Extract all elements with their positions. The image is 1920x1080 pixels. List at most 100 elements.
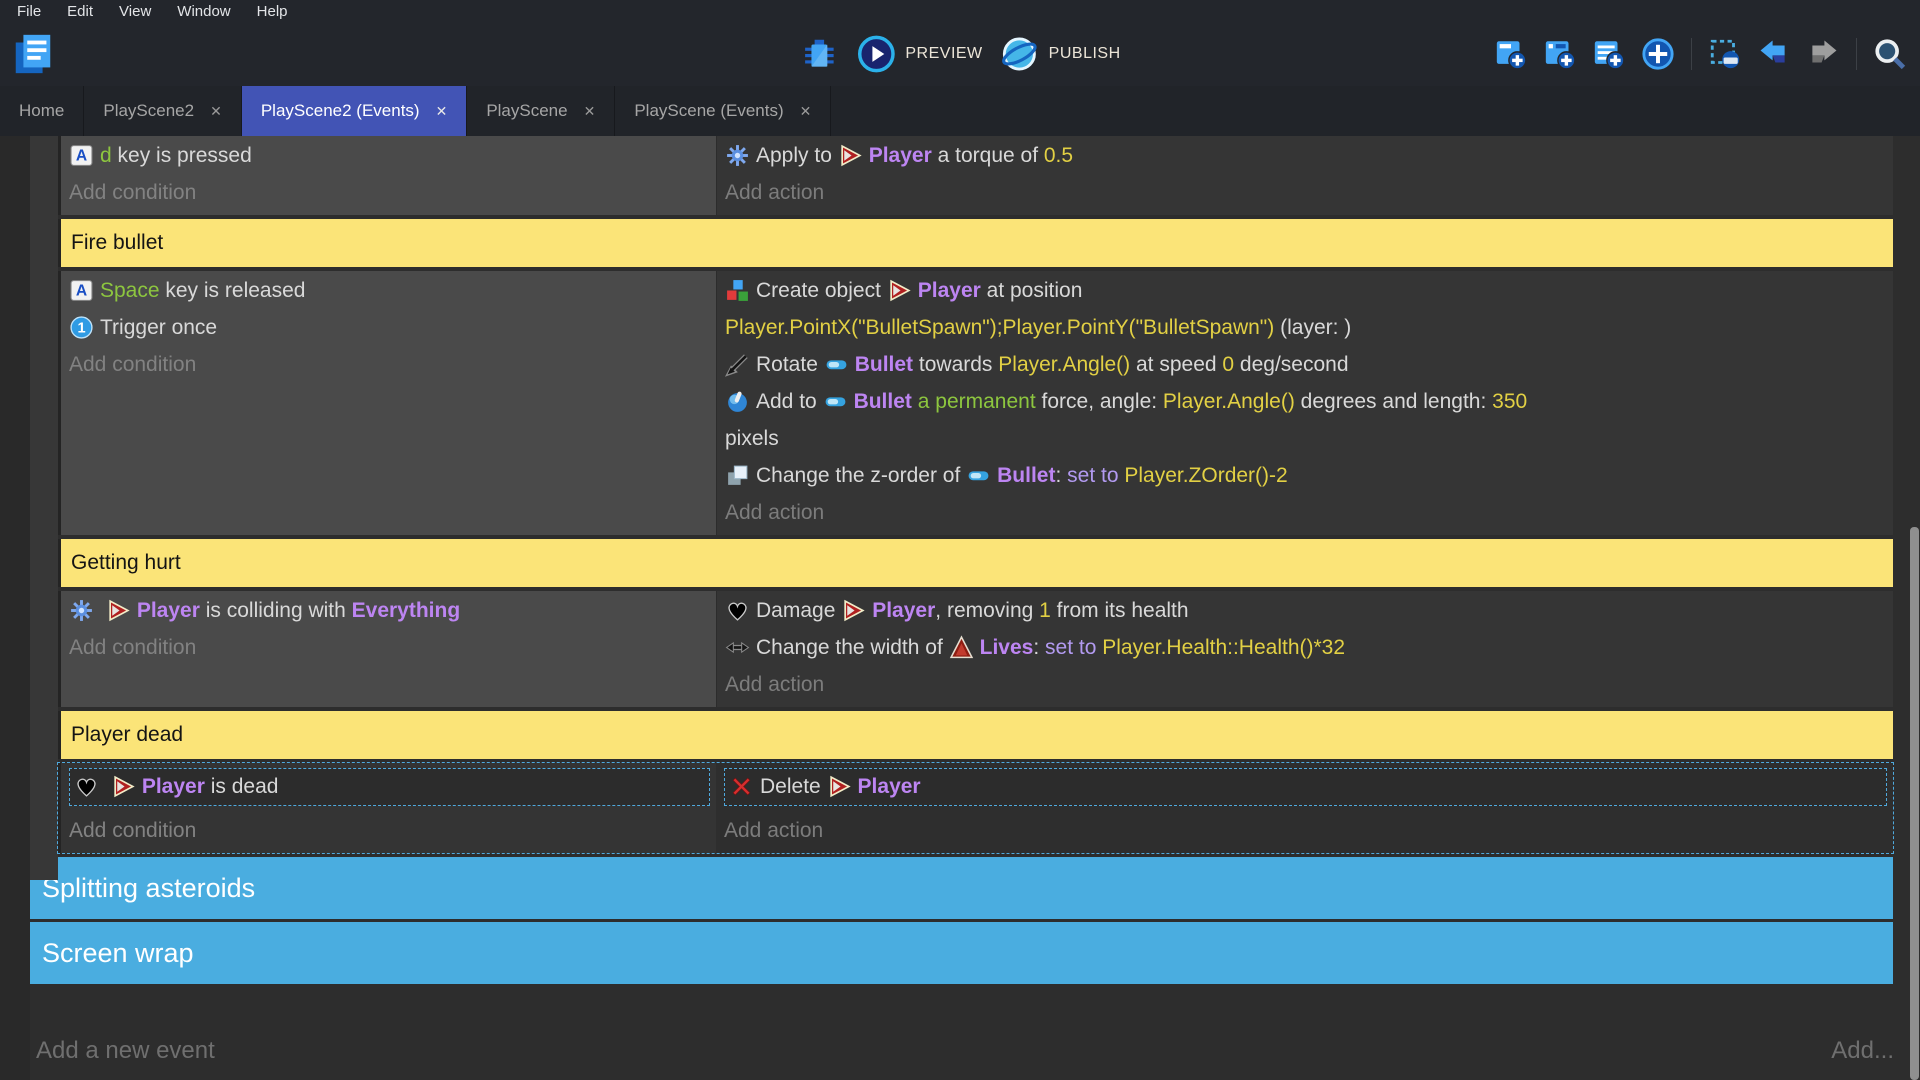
menu-edit[interactable]: Edit <box>54 2 106 21</box>
instruction-text: set to <box>1067 464 1124 487</box>
instruction[interactable]: Player.PointX("BulletSpawn");Player.Poin… <box>725 311 1887 345</box>
add-action-button[interactable]: Add action <box>725 176 1887 210</box>
search-button[interactable] <box>1870 34 1910 74</box>
instruction[interactable]: Trigger once <box>69 311 710 345</box>
tab-playscene2[interactable]: PlayScene2✕ <box>84 86 241 136</box>
group-bar[interactable]: Fire bullet <box>61 219 1893 267</box>
player-icon <box>841 598 866 623</box>
menu-file[interactable]: File <box>4 2 54 21</box>
add-event-type-button[interactable] <box>1638 34 1678 74</box>
group-label: Screen wrap <box>42 938 194 969</box>
close-icon[interactable]: ✕ <box>210 103 222 120</box>
search-icon <box>1873 37 1907 71</box>
instruction[interactable]: d key is pressed <box>69 139 710 173</box>
event-row[interactable]: Player is deadAdd conditionDelete Player… <box>58 763 1893 853</box>
instruction[interactable]: Create object Player at position <box>725 274 1887 308</box>
instruction[interactable]: Change the z-order of Bullet: set to Pla… <box>725 459 1887 493</box>
new-subevent-button[interactable] <box>1540 34 1580 74</box>
instruction[interactable]: Rotate Bullet towards Player.Angle() at … <box>725 348 1887 382</box>
event-group-fire-bullet[interactable]: Fire bullet <box>58 219 1893 267</box>
instruction[interactable]: Space key is released <box>69 274 710 308</box>
add-condition-button[interactable]: Add condition <box>69 176 710 210</box>
menu-view[interactable]: View <box>106 2 164 21</box>
instruction-text: 350 <box>1492 390 1527 413</box>
tab-label: PlayScene2 (Events) <box>261 101 420 121</box>
instruction[interactable]: Change the width of Lives: set to Player… <box>725 631 1887 665</box>
new-event-icon <box>1494 37 1528 71</box>
event-row[interactable]: d key is pressedAdd conditionApply to Pl… <box>58 136 1893 215</box>
instruction[interactable]: pixels <box>725 422 1887 456</box>
menu-bar: FileEditViewWindowHelp <box>0 0 1920 22</box>
conditions-cell[interactable]: d key is pressedAdd condition <box>61 136 716 215</box>
instruction[interactable]: Player is colliding with Everything <box>69 594 710 628</box>
instruction-text: (layer: ) <box>1274 316 1351 339</box>
group-bar[interactable]: Screen wrap <box>30 922 1893 984</box>
group-bar[interactable]: Player dead <box>61 711 1893 759</box>
instruction[interactable]: Delete Player <box>724 768 1887 806</box>
instruction-text: a permanent <box>918 390 1036 413</box>
left-gutter <box>0 136 30 1080</box>
close-icon[interactable]: ✕ <box>436 103 448 120</box>
new-comment-button[interactable] <box>1589 34 1629 74</box>
menu-help[interactable]: Help <box>244 2 301 21</box>
event-row[interactable]: Player is colliding with EverythingAdd c… <box>58 591 1893 707</box>
conditions-cell[interactable]: Player is colliding with EverythingAdd c… <box>61 591 716 707</box>
add-condition-button[interactable]: Add condition <box>69 631 710 665</box>
conditions-cell[interactable]: Space key is releasedTrigger onceAdd con… <box>61 271 716 535</box>
event-group-screen-wrap[interactable]: Screen wrap <box>0 922 1893 984</box>
add-action-button[interactable]: Add action <box>725 668 1887 702</box>
instruction-text: Player <box>872 599 935 622</box>
group-bar[interactable]: Splitting asteroids <box>30 857 1893 919</box>
tab-home[interactable]: Home <box>0 86 84 136</box>
tab-playscene2-events[interactable]: PlayScene2 (Events) ✕ <box>242 86 467 136</box>
event-group-getting-hurt[interactable]: Getting hurt <box>58 539 1893 587</box>
publish-button[interactable]: PUBLISH <box>1001 35 1121 73</box>
redo-button[interactable] <box>1803 34 1843 74</box>
heart-icon <box>725 598 750 623</box>
preview-button[interactable]: PREVIEW <box>857 35 982 73</box>
group-bar[interactable]: Getting hurt <box>61 539 1893 587</box>
actions-cell[interactable]: Apply to Player a torque of 0.5Add actio… <box>716 136 1893 215</box>
instruction-text: is dead <box>205 775 279 798</box>
add-action-button[interactable]: Add action <box>724 814 1887 848</box>
tab-playscene-events[interactable]: PlayScene (Events)✕ <box>615 86 831 136</box>
add-more-button[interactable]: Add... <box>1831 1037 1894 1065</box>
instruction[interactable]: Player is dead <box>69 768 710 806</box>
tab-playscene[interactable]: PlayScene✕ <box>467 86 615 136</box>
instruction[interactable]: Damage Player, removing 1 from its healt… <box>725 594 1887 628</box>
indent-gutter <box>30 136 58 880</box>
instruction[interactable]: Apply to Player a torque of 0.5 <box>725 139 1887 173</box>
conditions-cell[interactable]: Player is dead Add condition <box>61 763 716 853</box>
select-instructions-button[interactable] <box>1705 34 1745 74</box>
event-row[interactable]: Space key is releasedTrigger onceAdd con… <box>58 271 1893 535</box>
group-label: Player dead <box>71 723 183 747</box>
actions-cell[interactable]: Create object Player at position Player.P… <box>716 271 1893 535</box>
add-new-event-button[interactable]: Add a new event <box>36 1037 215 1065</box>
instruction-text: d <box>100 144 112 167</box>
vertical-scrollbar[interactable] <box>1910 527 1919 1080</box>
instruction[interactable]: Add to Bullet a permanent force, angle: … <box>725 385 1887 419</box>
instruction-text: Player.PointX("BulletSpawn");Player.Poin… <box>725 316 1274 339</box>
event-group-player-dead[interactable]: Player dead <box>58 711 1893 759</box>
instruction-text: Delete <box>760 775 827 798</box>
add-condition-button[interactable]: Add condition <box>69 348 710 382</box>
actions-cell[interactable]: Delete Player Add action <box>716 763 1893 853</box>
actions-cell[interactable]: Damage Player, removing 1 from its healt… <box>716 591 1893 707</box>
new-event-button[interactable] <box>1491 34 1531 74</box>
undo-button[interactable] <box>1754 34 1794 74</box>
instruction-text: Bullet <box>997 464 1055 487</box>
instruction-text: pixels <box>725 427 779 450</box>
add-action-button[interactable]: Add action <box>725 496 1887 530</box>
new-subevent-icon <box>1543 37 1577 71</box>
instruction-text: Player <box>142 775 205 798</box>
instruction-text: : <box>1033 636 1045 659</box>
event-group-splitting-asteroids[interactable]: Splitting asteroids <box>0 857 1893 919</box>
add-condition-button[interactable]: Add condition <box>69 814 710 848</box>
instruction-text: : <box>1055 464 1067 487</box>
close-icon[interactable]: ✕ <box>584 103 596 120</box>
close-icon[interactable]: ✕ <box>800 103 812 120</box>
instruction-text: towards <box>913 353 998 376</box>
menu-window[interactable]: Window <box>164 2 243 21</box>
player-icon <box>827 774 852 799</box>
debugger-button[interactable] <box>799 34 839 74</box>
